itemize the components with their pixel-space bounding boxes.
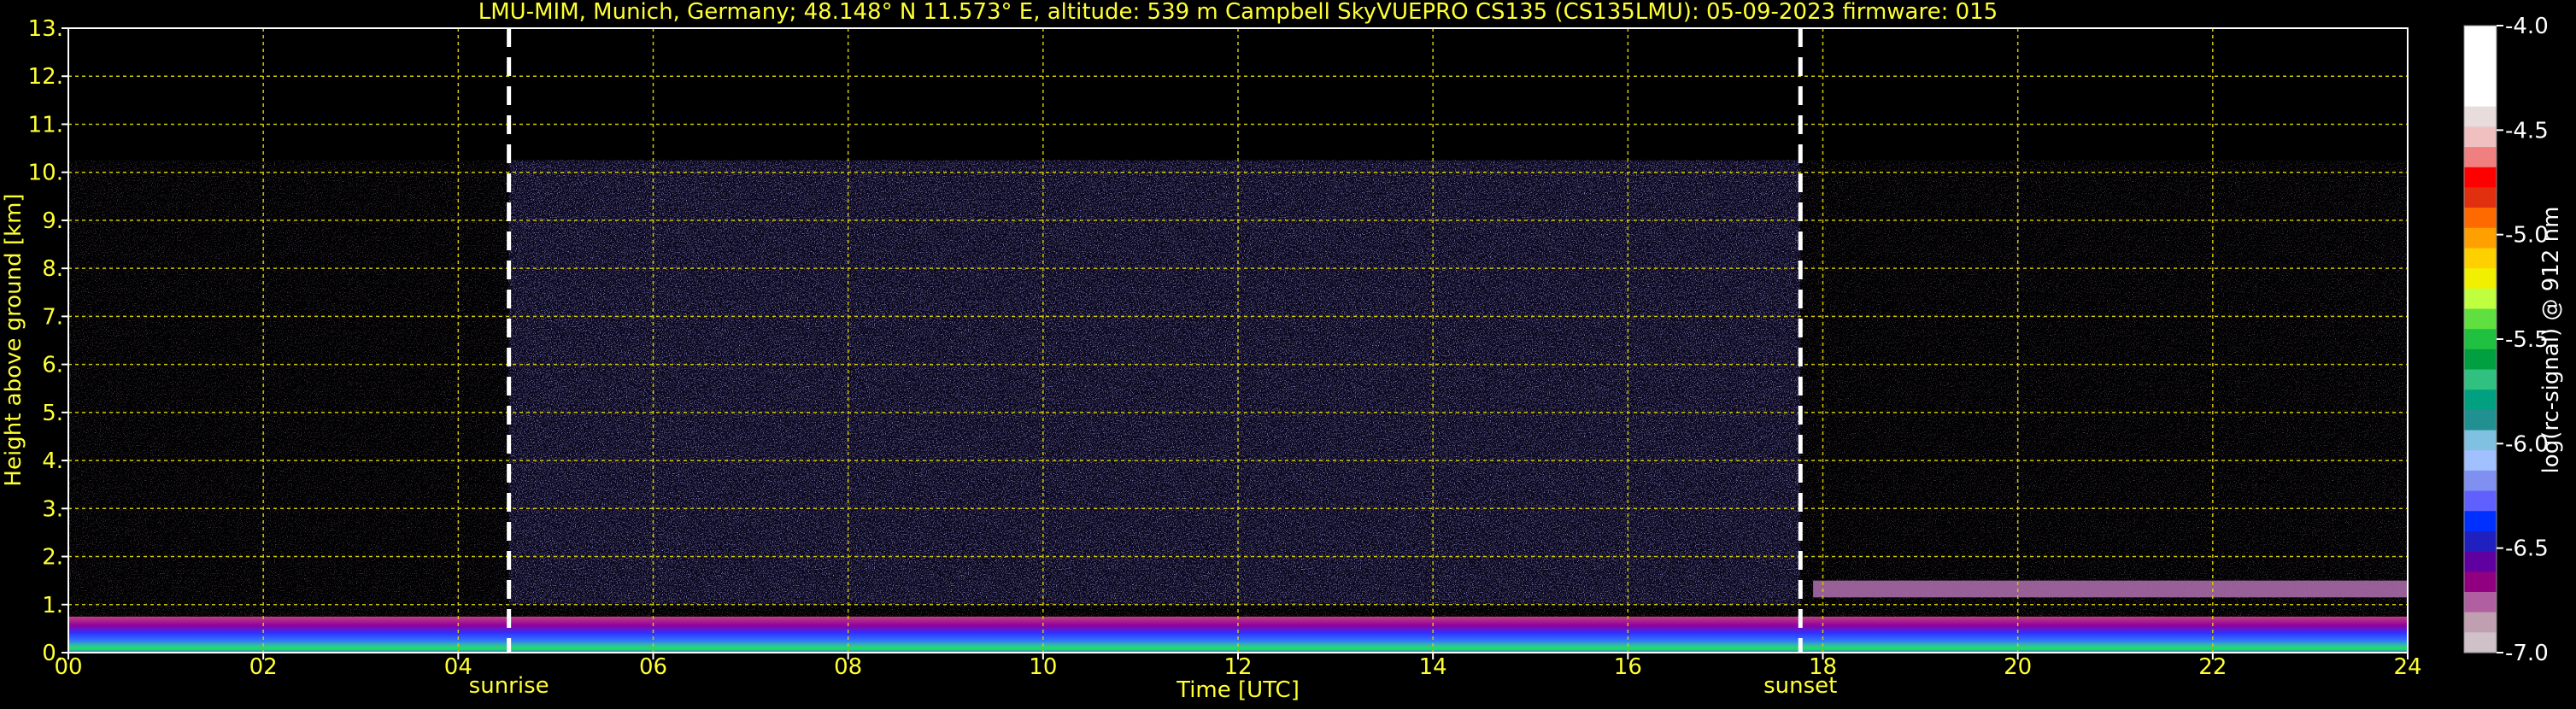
colorbar-swatch [2464,390,2497,411]
colorbar-swatch [2464,45,2497,67]
colorbar-swatch [2464,369,2497,390]
colorbar-swatch [2464,66,2497,87]
colorbar-swatch [2464,26,2497,47]
colorbar-swatch [2464,126,2497,148]
colorbar-swatch [2464,551,2497,572]
colorbar: -4.0-4.5-5.0-5.5-6.0-6.5-7.0 [2463,14,2549,666]
colorbar-tick-label: -6.5 [2505,536,2549,562]
y-axis-label: Height above ground [km] [1,193,26,486]
colorbar-swatch [2464,591,2497,613]
colorbar-swatch [2464,167,2497,189]
y-tick-label: 0. [42,641,63,666]
colorbar-swatch [2464,208,2497,229]
y-tick-label: 9. [42,208,63,234]
colorbar-swatch [2464,106,2497,127]
colorbar-swatch [2464,571,2497,593]
colorbar-swatch [2464,227,2497,249]
colorbar-swatch [2464,632,2497,653]
colorbar-swatch [2464,612,2497,633]
colorbar-tick-label: -7.0 [2505,641,2549,666]
colorbar-swatch [2464,349,2497,371]
x-tick-label: 06 [639,654,667,680]
aerosol-layer-2 [1813,580,2408,598]
colorbar-swatch [2464,409,2497,431]
y-tick-label: 8. [42,256,63,282]
y-tick-label: 13. [28,16,63,42]
x-tick-label: 24 [2393,654,2421,680]
aerosol-layer-1 [68,616,2408,653]
colorbar-swatch [2464,450,2497,472]
y-tick-label: 12. [28,64,63,90]
y-tick-label: 11. [28,112,63,138]
x-tick-label: 20 [2004,654,2032,680]
colorbar-swatch [2464,329,2497,350]
x-tick-label: 02 [249,654,278,680]
colorbar-swatch [2464,490,2497,512]
x-tick-label: 12 [1223,654,1252,680]
colorbar-swatch [2464,288,2497,310]
ceilometer-chart: sunrise sunset 00 02 04 06 08 10 12 14 16 18 20 22 24… [1,0,2564,703]
colorbar-swatch [2464,187,2497,208]
colorbar-swatch [2464,86,2497,108]
colorbar-swatch [2464,511,2497,532]
x-tick-label: 10 [1029,654,1057,680]
annotation-label-sunrise: sunrise [469,673,549,699]
chart-title: LMU-MIM, Munich, Germany; 48.148° N 11.5… [478,0,1998,25]
x-axis-label: Time [UTC] [1176,677,1300,703]
y-tick-label: 3. [42,496,63,522]
colorbar-label: log(rc-signal) @ 912 nm [2538,207,2564,474]
colorbar-swatch [2464,470,2497,492]
y-tick-label: 4. [42,448,63,474]
x-tick-label: 14 [1419,654,1447,680]
x-tick-label: 08 [834,654,862,680]
y-tick-label: 2. [42,545,63,571]
y-tick-label: 6. [42,353,63,378]
colorbar-swatch [2464,308,2497,330]
x-tick-label: 18 [1809,654,1837,680]
day-noise-tint [508,160,1801,605]
colorbar-swatch [2464,530,2497,553]
x-tick-label: 22 [2198,654,2227,680]
colorbar-tick-label: -4.0 [2505,14,2549,39]
y-tick-label: 10. [28,161,63,186]
colorbar-swatch [2464,147,2497,168]
x-tick-label: 16 [1614,654,1642,680]
colorbar-tick-label: -4.5 [2505,118,2549,144]
colorbar-swatch [2464,430,2497,451]
y-tick-label: 1. [42,593,63,618]
colorbar-swatch [2464,268,2497,290]
y-tick-label: 5. [42,401,63,426]
y-tick-label: 7. [42,304,63,330]
colorbar-swatch [2464,248,2497,269]
x-tick-label: 04 [444,654,472,680]
